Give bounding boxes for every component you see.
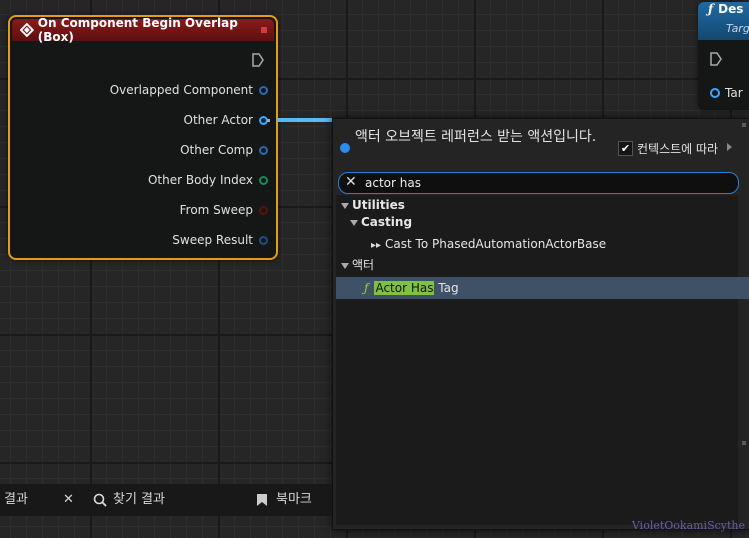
event-node[interactable]: On Component Begin Overlap (Box) Overlap… [8,15,278,260]
boolean-pin-icon[interactable] [259,205,268,215]
chevron-right-icon[interactable] [727,143,732,151]
exec-output-pin-icon[interactable] [252,53,264,67]
menu-title: 액터 오브젝트 레퍼런스 받는 액션입니다. [355,129,597,145]
category-label: Casting [361,215,413,229]
object-pin-icon[interactable] [259,85,268,95]
category-row-actor[interactable]: 액터 [336,255,743,276]
watermark: VioletOokamiScythe [631,519,745,532]
pin-row-overlapped-component[interactable]: Overlapped Component [110,81,268,99]
event-node-title: On Component Begin Overlap (Box) [37,16,238,44]
event-node-header[interactable]: On Component Begin Overlap (Box) [12,16,274,44]
scrollbar[interactable] [742,123,746,127]
chevron-down-icon[interactable] [341,202,349,209]
category-row-casting[interactable]: Casting [336,212,749,233]
list-item-cast[interactable]: ▸▸ Cast To PhasedAutomationActorBase [336,234,749,255]
tab-label: 찾기 결과 [113,492,165,507]
tab-label: 결과 [4,492,28,507]
tab-label: 북마크 [276,492,312,507]
connection-wire [267,118,333,122]
pin-label: From Sweep [179,203,253,217]
search-match-highlight: Actor Has [374,281,435,295]
search-input[interactable] [365,175,725,191]
object-pin-icon[interactable] [710,88,720,98]
pin-row-other-actor[interactable]: Other Actor [184,111,268,129]
function-node-subtitle: Targ [726,22,749,35]
tab-bookmarks[interactable]: 북마크 [256,484,312,516]
function-node-header[interactable]: ƒ Des Targ [698,2,749,40]
delegate-pin-icon[interactable] [261,27,267,33]
function-icon: ƒ [364,281,369,295]
close-icon[interactable]: ✕ [345,174,357,190]
pin-label: Other Actor [183,113,253,127]
object-pin-icon[interactable] [259,145,268,155]
context-action-menu[interactable]: 액터 오브젝트 레퍼런스 받는 액션입니다. ✔ 컨텍스트에 따라 ✕ Util… [332,118,749,530]
close-icon[interactable]: ✕ [63,484,74,516]
struct-pin-icon[interactable] [259,235,268,245]
scrollbar-thumb[interactable] [742,441,746,445]
integer-pin-icon[interactable] [259,175,268,185]
object-type-icon [340,143,350,153]
pin-label: Sweep Result [172,233,253,247]
category-label: Utilities [352,198,405,212]
cast-icon: ▸▸ [371,240,382,251]
item-label: Cast To PhasedAutomationActorBase [385,237,607,251]
target-pin-row[interactable]: Tar [710,86,743,100]
chevron-down-icon[interactable] [350,219,358,226]
item-label: Tag [434,281,459,295]
event-icon [20,23,34,37]
results-list[interactable]: Utilities Casting ▸▸ Cast To PhasedAutoma… [336,195,749,525]
pin-row-from-sweep[interactable]: From Sweep [180,201,268,219]
function-node-title: Des [718,2,744,16]
pin-label: Other Body Index [147,173,253,187]
context-sensitive-label[interactable]: 컨텍스트에 따라 [637,140,718,157]
search-icon [93,493,107,507]
pin-label: Other Comp [180,143,253,157]
pin-label: Overlapped Component [109,83,253,97]
pin-row-sweep-result[interactable]: Sweep Result [172,231,268,249]
bottom-tab-bar: 결과 ✕ 찾기 결과 북마크 [0,484,332,516]
search-box[interactable]: ✕ [338,172,739,194]
function-icon: ƒ [708,2,714,16]
chevron-down-icon[interactable] [341,262,349,269]
context-sensitive-checkbox[interactable]: ✔ [618,141,633,156]
pin-row-other-comp[interactable]: Other Comp [180,141,268,159]
function-node[interactable]: ƒ Des Targ Tar [698,2,749,110]
tab-compiler-results[interactable]: 결과 [4,484,28,516]
list-item-actor-has-tag[interactable]: ƒ Actor Has Tag [336,277,749,299]
pin-row-other-body-index[interactable]: Other Body Index [148,171,268,189]
pin-label: Tar [725,86,743,100]
tab-find-results[interactable]: 찾기 결과 [93,484,165,516]
exec-input-pin-icon[interactable] [710,52,722,66]
category-label: 액터 [352,258,375,272]
bookmark-icon [257,494,267,506]
